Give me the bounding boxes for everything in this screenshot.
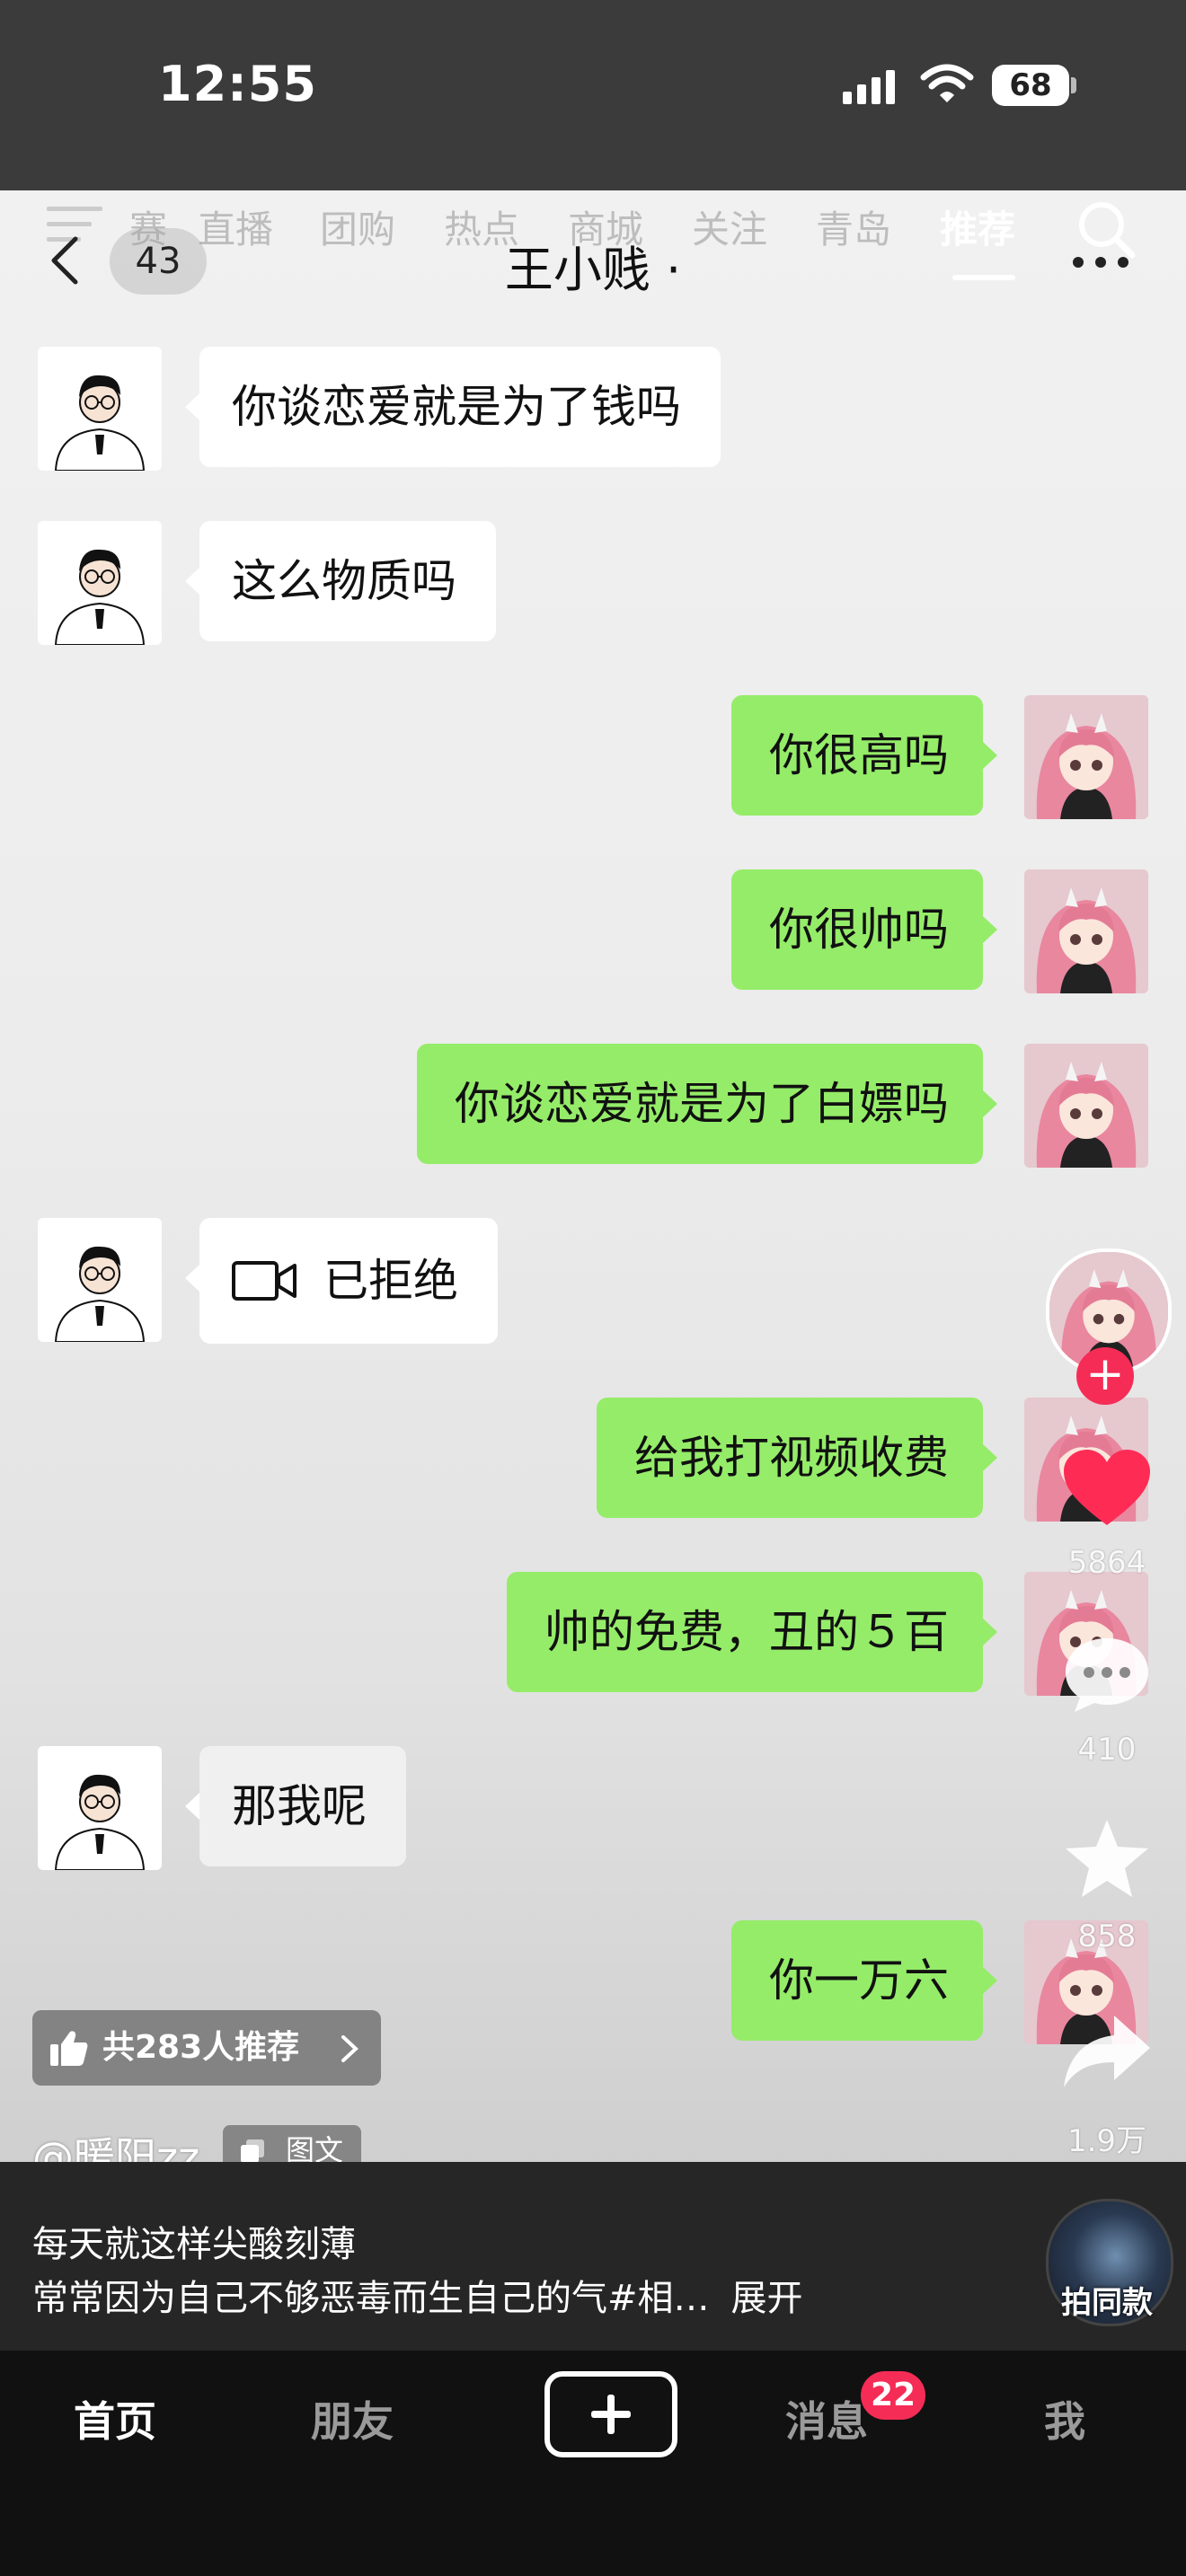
message-bubble-incoming[interactable]: 你谈恋爱就是为了钱吗	[185, 347, 721, 467]
share-arrow-icon[interactable]	[1060, 2012, 1154, 2093]
like-heart-icon[interactable]	[1060, 1448, 1154, 1529]
message-bubble-incoming[interactable]: 这么物质吗	[185, 521, 496, 641]
contact-avatar[interactable]	[38, 1218, 162, 1342]
recommend-chip[interactable]: 共283人推荐	[32, 2010, 381, 2086]
user-avatar[interactable]	[1024, 869, 1148, 993]
caption-line-2: 常常因为自己不够恶毒而生自己的气#相… 展开	[32, 2269, 803, 2321]
man-avatar-illustration	[54, 549, 146, 645]
chat-background	[0, 190, 1186, 2162]
video-call-status: 已拒绝	[323, 1255, 458, 1307]
message-bubble-outgoing[interactable]: 你很帅吗	[731, 869, 997, 990]
man-avatar-illustration	[54, 1774, 146, 1870]
girl-avatar-illustration	[1024, 695, 1148, 819]
user-avatar[interactable]	[1024, 695, 1148, 819]
chat-title: 王小贱 ·	[504, 242, 682, 298]
girl-avatar-illustration	[1024, 869, 1148, 993]
message-bubble-outgoing[interactable]: 你很高吗	[731, 695, 997, 816]
status-time: 12:55	[158, 56, 317, 112]
plus-icon	[591, 2395, 631, 2434]
caption-text: 常常因为自己不够恶毒而生自己的气#相…	[32, 2278, 710, 2319]
same-style-label[interactable]: 拍同款	[1033, 2278, 1181, 2322]
contact-avatar[interactable]	[38, 521, 162, 645]
video-call-rejected-bubble[interactable]: 已拒绝	[185, 1218, 498, 1344]
battery-cap	[1071, 77, 1076, 93]
favorite-star-icon[interactable]	[1060, 1818, 1154, 1899]
contact-avatar[interactable]	[38, 1746, 162, 1870]
message-bubble-outgoing[interactable]: 给我打视频收费	[597, 1398, 997, 1518]
follow-button[interactable]: +	[1076, 1347, 1134, 1405]
create-post-button[interactable]	[544, 2371, 677, 2457]
cellular-signal-icon	[843, 70, 895, 104]
caption-expand-link[interactable]: 展开	[731, 2278, 803, 2319]
comment-count: 410	[1077, 1732, 1137, 1768]
message-bubble-outgoing[interactable]: 你一万六	[731, 1920, 997, 2041]
nav-home[interactable]: 首页	[74, 2389, 156, 2448]
recommend-count-text: 共283人推荐	[102, 2029, 300, 2066]
user-avatar[interactable]	[1024, 1044, 1148, 1168]
message-bubble-outgoing[interactable]: 你谈恋爱就是为了白嫖吗	[417, 1044, 997, 1164]
thumbs-up-icon	[50, 2031, 88, 2066]
screen: 12:55 68 赛 直播 团购 热点 商城 关注 青岛 推荐 43 王小贱 ·…	[0, 0, 1186, 2576]
image-text-icon	[241, 2139, 264, 2163]
nav-friends[interactable]: 朋友	[311, 2389, 394, 2448]
wifi-icon	[920, 64, 974, 102]
more-options-icon[interactable]	[1069, 253, 1132, 271]
battery-icon: 68	[992, 65, 1069, 106]
status-bar: 12:55 68	[0, 0, 1186, 190]
message-bubble-incoming[interactable]: 那我呢	[185, 1746, 406, 1866]
man-avatar-illustration	[54, 375, 146, 471]
man-avatar-illustration	[54, 1246, 146, 1342]
nav-me[interactable]: 我	[1044, 2389, 1085, 2448]
chevron-right-icon	[341, 2035, 358, 2062]
comment-icon[interactable]	[1060, 1635, 1154, 1716]
like-count: 5864	[1067, 1545, 1146, 1581]
share-count: 1.9万	[1067, 2123, 1147, 2159]
caption-line-1: 每天就这样尖酸刻薄	[32, 2224, 356, 2265]
girl-avatar-illustration	[1024, 1044, 1148, 1168]
video-call-icon	[232, 1260, 296, 1301]
contact-avatar[interactable]	[38, 347, 162, 471]
favorite-count: 858	[1077, 1919, 1137, 1954]
message-bubble-outgoing[interactable]: 帅的免费，丑的５百	[507, 1572, 997, 1692]
nav-messages[interactable]: 消息	[785, 2389, 868, 2448]
messages-badge: 22	[861, 2371, 925, 2420]
